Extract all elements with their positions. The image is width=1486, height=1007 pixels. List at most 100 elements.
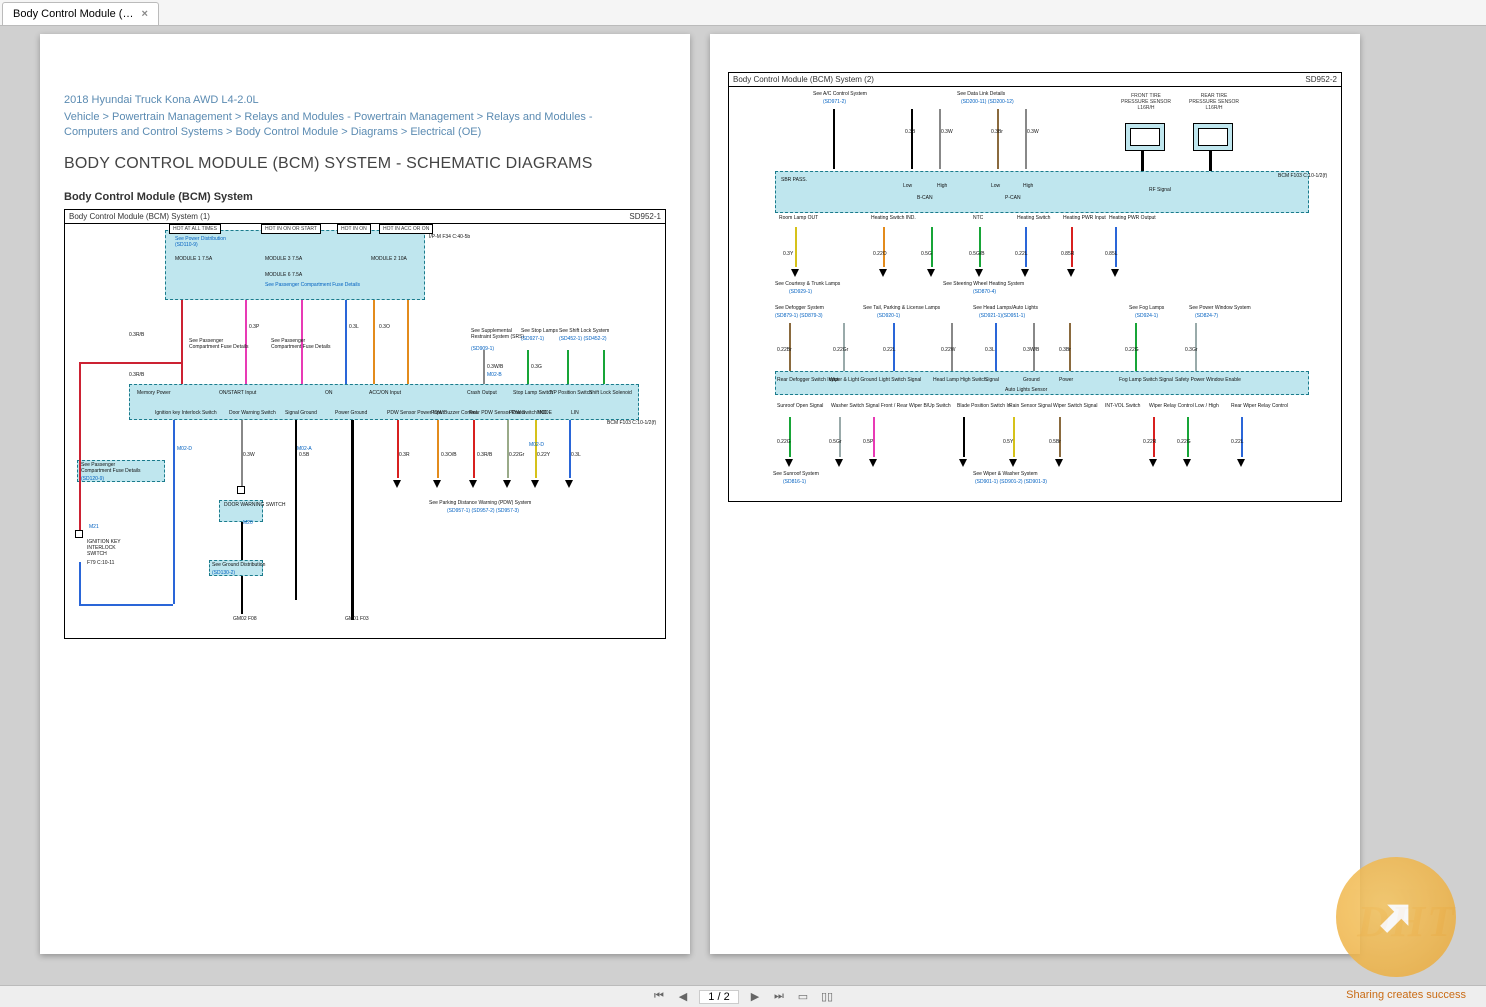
wireval: 0.5Gr — [829, 439, 842, 445]
wireval: 0.3W — [941, 129, 953, 135]
bcm-pin: Heating PWR Input — [1063, 215, 1106, 221]
wireval: 0.22G — [1177, 439, 1191, 445]
ref: (SD110-9) — [175, 242, 198, 248]
can: Low — [903, 183, 912, 189]
two-page-icon[interactable]: ▯▯ — [819, 989, 835, 1005]
ref: See Passenger Compartment Fuse Details — [271, 338, 331, 350]
ref: See Defogger System — [775, 305, 824, 311]
wireval: 0.85L — [1105, 251, 1118, 257]
bcm-pin: Shift Lock Solenoid — [589, 390, 632, 396]
wireval: 0.5G/B — [969, 251, 985, 257]
wireval: 0.3R — [399, 452, 410, 458]
wireval: 0.3Br — [1059, 347, 1071, 353]
conn: M02-D — [177, 446, 192, 452]
wireval: 0.22L — [1015, 251, 1028, 257]
front-tire-sensor-icon — [1125, 123, 1165, 151]
schematic-1: Body Control Module (BCM) System (1) SD9… — [64, 209, 666, 639]
wireval: 0.3W — [243, 452, 255, 458]
schematic-2-code: SD952-2 — [1305, 75, 1337, 84]
bcm-pin: T/P Position Switch — [549, 390, 592, 396]
bcm-pin: Fog Lamp Switch Signal — [1119, 377, 1173, 383]
ref: See Ground Distribution — [212, 562, 265, 568]
schematic-2-title: Body Control Module (BCM) System (2) — [733, 75, 874, 84]
ref: See Passenger Compartment Fuse Details — [265, 282, 360, 288]
rear-tire-sensor-icon — [1193, 123, 1233, 151]
bcm-pin: Light Switch Signal — [879, 377, 921, 383]
ipsm: I/P-M F34 C:40-5b — [429, 234, 470, 240]
wireval: 0.5G — [921, 251, 932, 257]
wireval: 0.5B — [299, 452, 309, 458]
ref: See Tail, Parking & License Lamps — [863, 305, 940, 311]
wireval: 0.3R/B — [477, 452, 492, 458]
bcm-pin: INT-VOL Switch — [1105, 403, 1140, 409]
bcm-pin: SBR PASS. — [781, 177, 807, 183]
wireval: 0.22R — [1143, 439, 1156, 445]
close-icon[interactable]: × — [141, 8, 147, 20]
wireval: 0.3R/B — [129, 332, 144, 338]
can: Low — [991, 183, 1000, 189]
ref: See Passenger Compartment Fuse Details — [81, 462, 141, 474]
bcm-pin: Heating Switch IND. — [871, 215, 916, 221]
ref: See Supplemental Restraint System (SRS) — [471, 328, 527, 340]
document-tab[interactable]: Body Control Module (… × — [2, 2, 159, 25]
ref: (SD924-1) — [1135, 313, 1158, 319]
wireval: 0.3O — [379, 324, 390, 330]
ref: (SD200-11) (SD200-12) — [961, 99, 1014, 105]
vehicle-line: 2018 Hyundai Truck Kona AWD L4-2.0L — [64, 94, 666, 106]
can: High — [937, 183, 947, 189]
bcm-ref: BCM F103 C:10-1/2(f) — [607, 420, 656, 426]
sensor-label: REAR TIRE PRESSURE SENSOR L16R/H — [1189, 93, 1239, 111]
wireval: 0.22W — [941, 347, 955, 353]
bcm-pin: RF Signal — [1149, 187, 1171, 193]
viewer-toolbar: ⏮ ◀ ▶ ⏭ ▭ ▯▯ — [0, 985, 1486, 1007]
bcm-pin: Rear Wiper Relay Control — [1231, 403, 1288, 409]
pdf-viewer[interactable]: 2018 Hyundai Truck Kona AWD L4-2.0L Vehi… — [0, 26, 1486, 985]
bcm-pin: Wiper Relay Control Low / High — [1149, 403, 1219, 409]
single-page-icon[interactable]: ▭ — [795, 989, 811, 1005]
bcm-ref: BCM F103 C:10-1/2(f) — [1278, 173, 1327, 179]
ref: (SD120-9) — [81, 476, 104, 482]
tab-title: Body Control Module (… — [13, 8, 133, 20]
ref: See Steering Wheel Heating System — [943, 281, 1024, 287]
wireval: 0.22L — [1231, 439, 1244, 445]
wireval: 0.5Br — [1049, 439, 1061, 445]
next-page-icon[interactable]: ▶ — [747, 989, 763, 1005]
wireval: 0.22G — [1125, 347, 1139, 353]
wireval: 0.3B — [905, 129, 915, 135]
page-2: Body Control Module (BCM) System (2) SD9… — [710, 34, 1360, 954]
wireval: 0.3R/B — [129, 372, 144, 378]
prev-page-icon[interactable]: ◀ — [675, 989, 691, 1005]
ref: See Fog Lamps — [1129, 305, 1164, 311]
bcm-pin: Wiper B/Up Switch — [909, 403, 951, 409]
wireval: 0.3L — [571, 452, 581, 458]
fuse: MODULE 6 7.5A — [265, 272, 302, 278]
bcm-pin: Power — [1059, 377, 1073, 383]
wireval: 0.3G — [531, 364, 542, 370]
bcm-pin: Door Warning Switch — [229, 410, 276, 416]
ref: (SD879-1) (SD879-3) — [775, 313, 823, 319]
schematic-1-code: SD952-1 — [629, 212, 661, 221]
first-page-icon[interactable]: ⏮ — [651, 989, 667, 1005]
bcm-box-2 — [775, 171, 1309, 213]
schematic-2: Body Control Module (BCM) System (2) SD9… — [728, 72, 1342, 502]
wireval: 0.3W/B — [1023, 347, 1039, 353]
ref: See Passenger Compartment Fuse Details — [189, 338, 249, 350]
ref: See A/C Control System — [813, 91, 867, 97]
ref: (SD921-1)(SD951-1) — [979, 313, 1025, 319]
bcm-pin: Head Lamp High Switch — [933, 377, 987, 383]
bcm-pin: ON — [325, 390, 333, 396]
can: High — [1023, 183, 1033, 189]
bcm-pin: Heating Switch — [1017, 215, 1050, 221]
breadcrumb: Vehicle > Powertrain Management > Relays… — [64, 110, 624, 141]
conn: M20 — [243, 520, 253, 526]
section-heading: Body Control Module (BCM) System — [64, 191, 666, 203]
bcm-pin: Signal — [985, 377, 999, 383]
wireval: 0.5Y — [1003, 439, 1013, 445]
bcm-pin: Room Lamp OUT — [779, 215, 818, 221]
last-page-icon[interactable]: ⏭ — [771, 989, 787, 1005]
conn: M02-B — [487, 372, 502, 378]
page-number-input[interactable] — [699, 990, 739, 1004]
wireval: 0.3W/B — [487, 364, 503, 370]
ref: (SD870-4) — [973, 289, 996, 295]
ref: See Power Window System — [1189, 305, 1251, 311]
